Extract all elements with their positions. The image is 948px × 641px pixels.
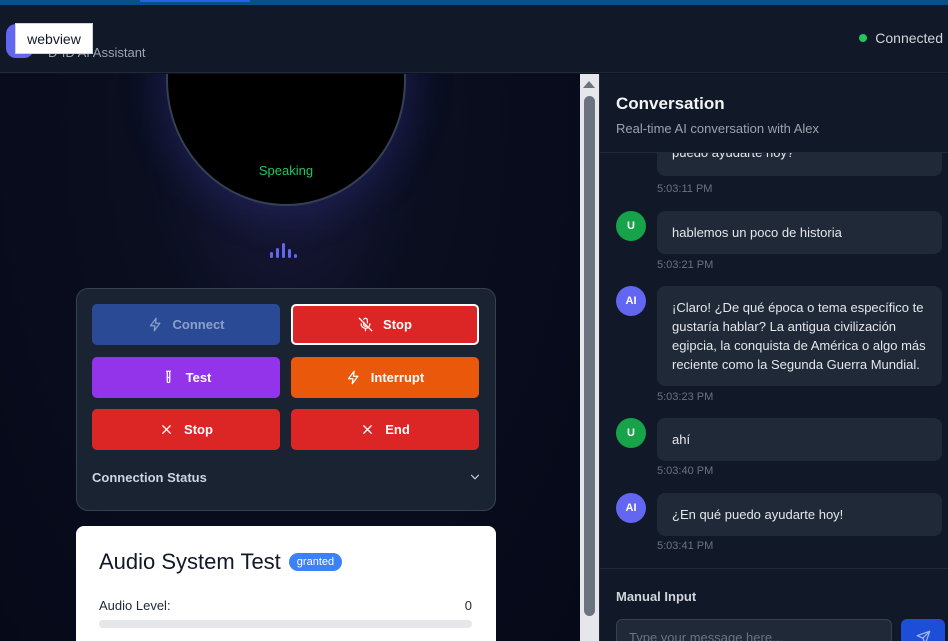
end-label: End [385, 422, 410, 437]
test-button[interactable]: Test [92, 357, 280, 398]
conversation-subtitle: Real-time AI conversation with Alex [616, 121, 820, 136]
avatar-pane: Speaking Connect Stop Test Interrupt Sto… [0, 74, 580, 641]
message-bubble: ¡Claro! ¿De qué época o tema específico … [657, 286, 942, 386]
status-dot-icon [859, 34, 868, 42]
send-icon [916, 630, 930, 641]
permission-badge: granted [288, 553, 343, 571]
interrupt-button[interactable]: Interrupt [291, 357, 479, 398]
message-bubble: ahí [657, 418, 942, 461]
manual-input-label: Manual Input [616, 589, 697, 604]
message-bubble: ¿En qué puedo ayudarte hoy! [657, 493, 942, 536]
speaking-status: Speaking [258, 163, 314, 178]
message-time: 5:03:11 PM [657, 183, 713, 195]
stop-mic-button[interactable]: Stop [291, 304, 479, 345]
conversation-title: Conversation [616, 94, 725, 113]
connect-button[interactable]: Connect [92, 304, 280, 345]
scrollbar-thumb[interactable] [584, 96, 595, 616]
interrupt-label: Interrupt [370, 370, 425, 385]
scroll-up-icon[interactable] [583, 81, 595, 88]
app-header: D-ID AI Assistant webview Connected [0, 5, 948, 73]
ai-avatar: AI [616, 286, 646, 316]
audio-level-value: 0 [464, 598, 472, 613]
webview-label: webview [15, 23, 93, 54]
x-icon [162, 425, 171, 434]
message-bubble: hablemos un poco de historia [657, 211, 942, 254]
stop-button[interactable]: Stop [92, 409, 280, 450]
mic-off-icon [358, 317, 373, 332]
manual-input-section: Manual Input [600, 568, 948, 641]
audio-level-bar [99, 620, 472, 628]
send-button[interactable] [901, 619, 945, 641]
connection-status-text: Connected [875, 30, 943, 46]
audio-level-row: Audio Level: 0 [99, 598, 472, 613]
ai-avatar: AI [616, 493, 646, 523]
zap-icon [347, 370, 359, 385]
message-bubble: puedo ayudarte hoy? [657, 153, 942, 176]
conversation-panel: Conversation Real-time AI conversation w… [599, 74, 948, 641]
test-label: Test [185, 370, 212, 385]
control-panel: Connect Stop Test Interrupt Stop End Con… [76, 288, 496, 511]
stop-mic-label: Stop [383, 317, 412, 332]
connection-indicator: Connected [859, 30, 943, 46]
message-time: 5:03:40 PM [657, 465, 714, 477]
message-time: 5:03:23 PM [657, 391, 714, 403]
audio-level-label: Audio Level: [99, 598, 171, 613]
chevron-down-icon [470, 474, 480, 480]
connection-status-toggle[interactable]: Connection Status [92, 467, 482, 487]
x-icon [363, 425, 373, 434]
audio-wave-icon [270, 242, 304, 258]
stop-label: Stop [184, 422, 213, 437]
message-time: 5:03:41 PM [657, 540, 714, 552]
audio-test-title: Audio System Test granted [99, 549, 343, 575]
zap-icon [149, 317, 160, 332]
test-tube-icon [165, 370, 171, 384]
end-button[interactable]: End [291, 409, 479, 450]
connect-label: Connect [172, 317, 225, 332]
audio-test-heading: Audio System Test [99, 549, 281, 574]
conversation-header: Conversation Real-time AI conversation w… [600, 74, 948, 153]
active-tab-indicator [140, 0, 250, 2]
audio-system-test-card: Audio System Test granted Audio Level: 0 [76, 526, 496, 641]
message-time: 5:03:21 PM [657, 259, 714, 271]
user-avatar: U [616, 418, 646, 448]
avatar-video: Speaking [166, 74, 406, 206]
user-avatar: U [616, 211, 646, 241]
connection-status-label: Connection Status [92, 469, 207, 485]
message-input[interactable] [616, 619, 892, 641]
left-pane-scrollbar[interactable] [580, 74, 599, 641]
message-list: puedo ayudarte hoy? 5:03:11 PM U hablemo… [600, 153, 948, 568]
